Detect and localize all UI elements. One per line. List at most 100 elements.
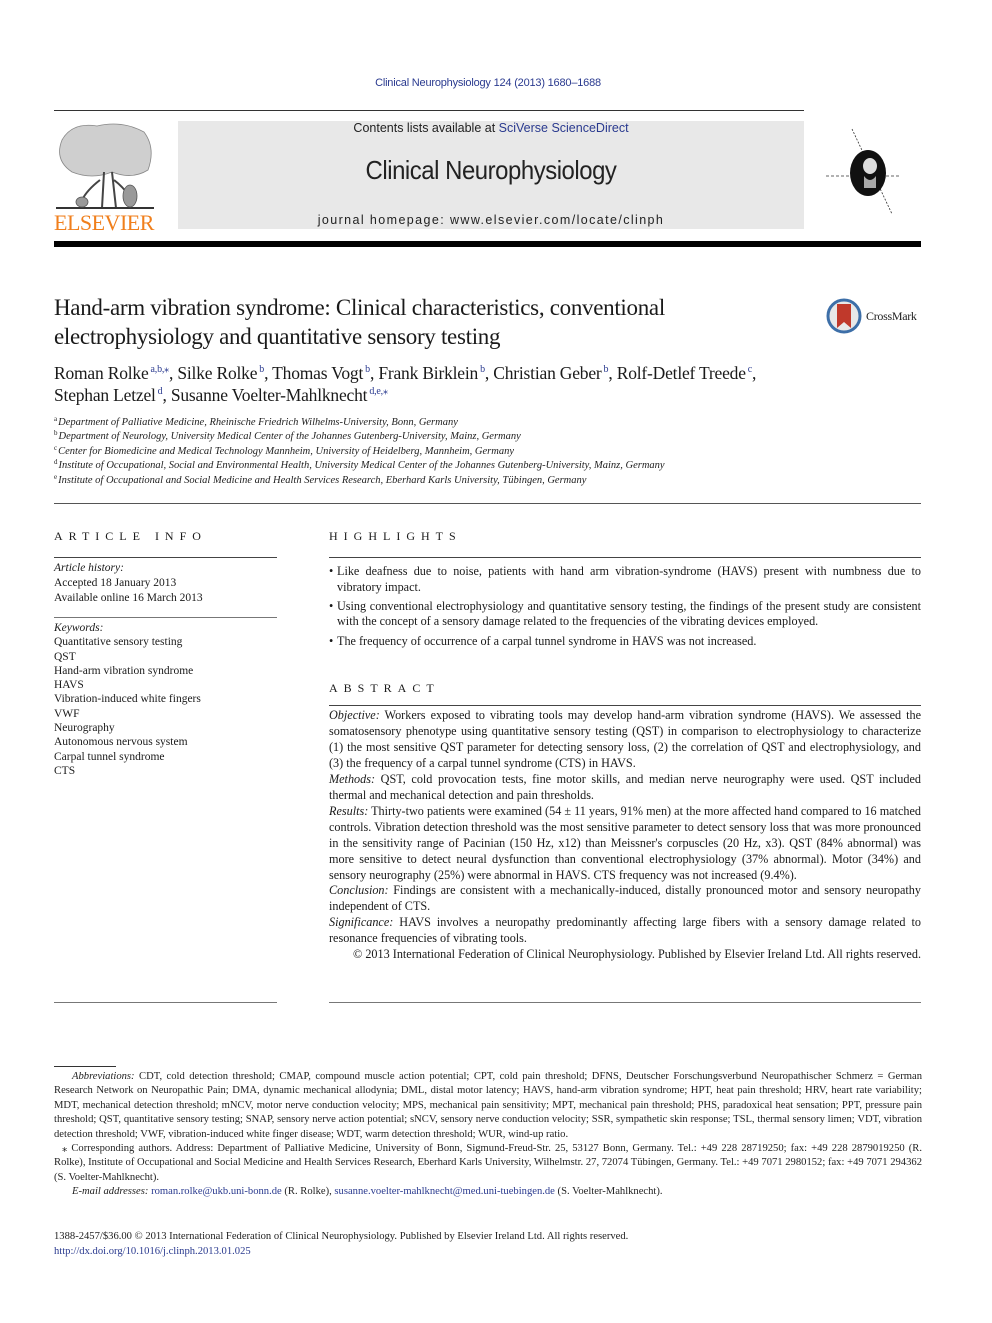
author-separator: , (752, 363, 757, 383)
history-label: Article history: (54, 562, 124, 574)
highlights-list: • Like deafness due to noise, patients w… (329, 564, 921, 653)
email-link-rolke[interactable]: roman.rolke@ukb.uni-bonn.de (151, 1186, 282, 1197)
highlight-text: Like deafness due to noise, patients wit… (337, 564, 921, 594)
abstract-label: Conclusion: (329, 883, 389, 898)
affiliation: aDepartment of Palliative Medicine, Rhei… (54, 416, 924, 430)
bullet-icon: • (329, 564, 334, 578)
author-name: Thomas Vogt (272, 363, 364, 383)
journal-citation[interactable]: Clinical Neurophysiology 124 (2013) 1680… (0, 77, 976, 89)
affiliation-text: Center for Biomedicine and Medical Techn… (58, 445, 514, 457)
abstract-text: HAVS involves a neuropathy predominantly… (329, 915, 921, 946)
author-name: Roman Rolke (54, 363, 149, 383)
abstract-heading: ABSTRACT (329, 681, 440, 695)
highlight-item: • The frequency of occurrence of a carpa… (329, 634, 921, 650)
highlights-rule (329, 557, 921, 558)
email-link-voelter-mahlknecht[interactable]: susanne.voelter-mahlknecht@med.uni-tuebi… (334, 1186, 554, 1197)
issn-block: 1388-2457/$36.00 © 2013 International Fe… (54, 1230, 924, 1259)
footnote-rule (54, 1066, 116, 1067)
bullet-icon: • (329, 634, 334, 649)
affiliation: bDepartment of Neurology, University Med… (54, 430, 924, 444)
affiliation-rule (54, 503, 921, 504)
author-name: Rolf-Detlef Treede (616, 363, 746, 383)
author[interactable]: Thomas Vogt b (272, 363, 370, 383)
footnotes: Abbreviations: CDT, cold detection thres… (54, 1070, 922, 1200)
author-name: Frank Birklein (378, 363, 479, 383)
author[interactable]: Christian Geber b (493, 363, 608, 383)
doi-link[interactable]: http://dx.doi.org/10.1016/j.clinph.2013.… (54, 1246, 251, 1257)
abstract-text: QST, cold provocation tests, fine motor … (329, 771, 921, 802)
author[interactable]: Susanne Voelter-Mahlknecht d,e,⁎ (171, 385, 388, 405)
abstract-copyright: © 2013 International Federation of Clini… (353, 947, 921, 962)
highlights-heading: HIGHLIGHTS (329, 529, 462, 543)
keyword: Neurography (54, 722, 115, 735)
abbreviations-label: Abbreviations: (72, 1071, 135, 1082)
abstract-text: Findings are consistent with a mechanica… (329, 883, 921, 914)
history-online: Available online 16 March 2013 (54, 592, 203, 604)
article-info-end-rule (54, 1002, 277, 1003)
keyword: Quantitative sensory testing (54, 636, 183, 649)
affiliation-text: Department of Palliative Medicine, Rhein… (58, 417, 458, 428)
author[interactable]: Frank Birklein b (378, 363, 485, 383)
abstract-end-rule (329, 1002, 921, 1003)
header-rule (54, 110, 804, 111)
affiliation-text: Institute of Occupational, Social and En… (58, 460, 665, 472)
sciencedirect-link[interactable]: SciVerse ScienceDirect (499, 121, 629, 135)
keywords-label: Keywords: (54, 622, 104, 634)
author[interactable]: Stephan Letzel d (54, 385, 163, 405)
highlight-text: The frequency of occurrence of a carpal … (337, 634, 757, 649)
crossmark-icon (826, 298, 862, 334)
journal-homepage: journal homepage: www.elsevier.com/locat… (178, 213, 804, 227)
contents-prefix: Contents lists available at (353, 121, 499, 135)
affiliation: eInstitute of Occupational and Social Me… (54, 472, 924, 488)
author[interactable]: Silke Rolke b (177, 363, 264, 383)
author-name: Christian Geber (493, 363, 602, 383)
keyword: Vibration-induced white fingers (54, 693, 201, 706)
affiliation-text: Department of Neurology, University Medi… (58, 431, 521, 443)
keyword: VWF (54, 707, 80, 720)
email-owner: (S. Voelter-Mahlknecht). (554, 1186, 663, 1198)
article-info-heading: ARTICLE INFO (54, 529, 207, 543)
article-info-rule (54, 557, 277, 558)
homepage-url[interactable]: www.elsevier.com/locate/clinph (450, 213, 664, 227)
keyword: CTS (54, 764, 76, 777)
crossmark-badge[interactable]: CrossMark (826, 296, 926, 336)
homepage-prefix: journal homepage: (317, 213, 450, 227)
abstract-methods: Methods: QST, cold provocation tests, fi… (329, 772, 921, 804)
author-affiliation-marker[interactable]: a,b,⁎ (151, 364, 170, 375)
abstract-label: Objective: (329, 708, 380, 722)
header-thick-rule (54, 241, 921, 247)
author-separator: , (608, 363, 617, 383)
contents-line: Contents lists available at SciVerse Sci… (178, 121, 804, 135)
abstract-text: Thirty-two patients were examined (54 ± … (329, 803, 921, 882)
affiliation-text: Institute of Occupational and Social Med… (58, 474, 587, 486)
keyword: Hand-arm vibration syndrome (54, 664, 194, 677)
abstract-label: Methods: (329, 771, 376, 786)
affiliation: dInstitute of Occupational, Social and E… (54, 459, 924, 473)
keywords-rule (54, 617, 277, 618)
journal-emblem-icon (826, 128, 900, 215)
bullet-icon: • (329, 598, 334, 613)
keyword: Autonomous nervous system (54, 736, 188, 749)
abstract-conclusion: Conclusion: Findings are consistent with… (329, 883, 921, 915)
abstract-text: Workers exposed to vibrating tools may d… (329, 708, 921, 770)
author[interactable]: Rolf-Detlef Treede c (616, 363, 753, 383)
history-accepted: Accepted 18 January 2013 (54, 577, 177, 589)
author-separator: , (162, 385, 171, 405)
affiliation-key: b (54, 429, 58, 438)
email-label: E-mail addresses: (72, 1186, 149, 1198)
email-note: E-mail addresses: roman.rolke@ukb.uni-bo… (54, 1185, 922, 1199)
affiliation-list: aDepartment of Palliative Medicine, Rhei… (54, 416, 924, 488)
corresponding-author-note: ⁎ Corresponding authors. Address: Depart… (54, 1143, 922, 1183)
affiliation-key: e (54, 472, 58, 481)
keyword: Carpal tunnel syndrome (54, 750, 165, 763)
highlight-item: • Like deafness due to noise, patients w… (329, 564, 921, 596)
highlight-item: • Using conventional electrophysiology a… (329, 599, 921, 631)
abbreviations-note: Abbreviations: CDT, cold detection thres… (54, 1070, 922, 1142)
author-affiliation-marker[interactable]: d,e,⁎ (369, 386, 388, 397)
journal-title: Clinical Neurophysiology (365, 155, 617, 185)
abstract-label: Significance: (329, 915, 394, 930)
issn-line: 1388-2457/$36.00 © 2013 International Fe… (54, 1231, 629, 1242)
author[interactable]: Roman Rolke a,b,⁎ (54, 363, 169, 383)
article-history: Article history: Accepted 18 January 201… (54, 561, 279, 606)
author-separator: , (264, 363, 273, 383)
